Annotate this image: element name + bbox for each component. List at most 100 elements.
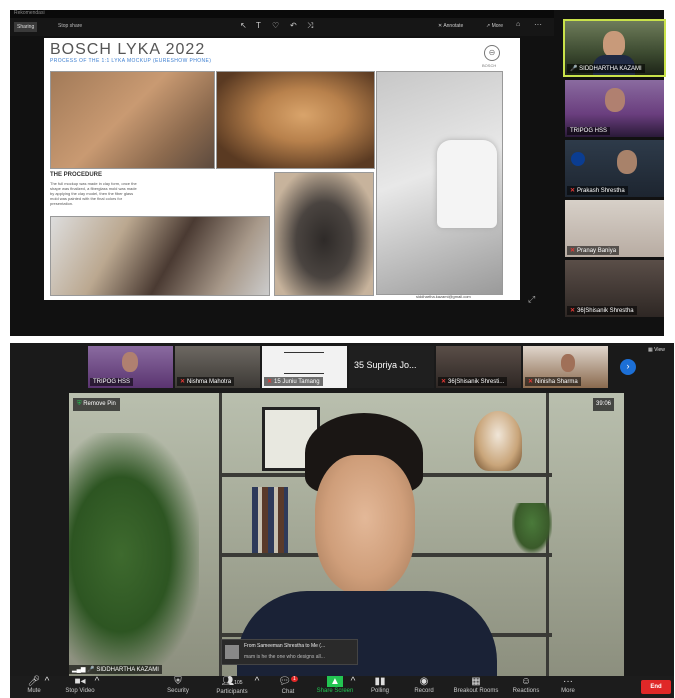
video-options-chevron[interactable]: ^ — [92, 676, 102, 698]
participant-avatar — [605, 88, 625, 112]
plant-left — [69, 433, 199, 676]
sharing-tag[interactable]: Sharing — [14, 22, 38, 32]
mic-icon: 🎤 — [570, 66, 578, 72]
shield-icon: ⛨ — [174, 676, 182, 687]
participant-avatar — [561, 354, 575, 372]
chat-notification[interactable]: From Sameeman Shrestha to Me (... mam is… — [221, 639, 358, 665]
end-meeting-button[interactable]: End — [641, 680, 671, 694]
chat-avatar — [225, 645, 239, 659]
thumbnail-tile[interactable]: TRIPOG HSS — [88, 346, 173, 388]
chat-badge: 1 — [290, 676, 298, 682]
painted-mockup-shape — [437, 140, 497, 228]
slide-title: BOSCH LYKA 2022 — [50, 41, 206, 58]
polling-icon: ▮▮ — [374, 676, 386, 687]
mic-off-icon: ✕ — [267, 379, 273, 385]
speaker-person-face — [315, 455, 415, 595]
signal-icon: ▂▄▆ — [72, 667, 86, 673]
thumbnail-tile[interactable]: ✕ 36|Shisanik Shresti... — [436, 346, 521, 388]
breakout-icon: ▦ — [471, 676, 481, 687]
view-grid-icon: ▦ — [648, 347, 653, 353]
participant-name: TRIPOG HSS — [90, 378, 134, 386]
participant-name: ✕ 15 Juniu Tamang — [264, 377, 323, 386]
buddha-statue — [474, 411, 522, 471]
remove-pin-button[interactable]: ⛨ Remove Pin — [73, 398, 120, 411]
chat-button[interactable]: 💬︎ 1 Chat — [268, 676, 308, 698]
shuffle-icon[interactable]: ⤨ — [307, 21, 313, 31]
participant-name-large: 35 Supriya Jo... — [354, 360, 417, 370]
participant-tile[interactable]: ✕ Pranay Baniya — [565, 200, 664, 257]
participants-options-chevron[interactable]: ^ — [252, 676, 262, 698]
share-options-chevron[interactable]: ^ — [348, 676, 358, 698]
participant-avatar — [603, 31, 625, 57]
slide-footer-credit: siddhartha.kazami@gmail.com — [416, 294, 471, 299]
next-page-button[interactable]: › — [620, 359, 636, 375]
share-more-button[interactable]: ↗ More — [486, 23, 503, 29]
small-plant — [512, 503, 552, 553]
clay-model-photo — [216, 71, 375, 169]
record-icon: ◉ — [419, 676, 429, 687]
thumbnail-tile[interactable]: 35 Supriya Jo... — [349, 346, 434, 388]
chat-header: From Sameeman Shrestha to Me (... — [244, 643, 326, 649]
slide-subtitle: PROCESS OF THE 1:1 LYKA MOCKUP (EURESHOW… — [50, 58, 212, 64]
annotate-button[interactable]: ✕ Annotate — [438, 23, 463, 29]
spray-painting-photo — [376, 71, 503, 295]
polling-button[interactable]: ▮▮ Polling — [360, 676, 400, 698]
participant-tile[interactable]: TRIPOG HSS — [565, 80, 664, 137]
cursor-icon[interactable]: ↖ — [240, 21, 247, 30]
chat-icon: 💬︎ 1 — [278, 676, 298, 687]
participant-avatar — [617, 150, 637, 174]
mute-options-chevron[interactable]: ^ — [42, 676, 52, 698]
chevron-up-icon: ^ — [350, 676, 356, 687]
undo-icon[interactable]: ↶ — [290, 21, 297, 30]
participant-tile[interactable]: ✕ Prakash Shrestha — [565, 140, 664, 197]
participant-tile[interactable]: ✕ 36|Shisanik Shrestha — [565, 260, 664, 317]
procedure-body: The full mockup was made in clay form, o… — [50, 181, 137, 206]
toolbar-overflow-icon[interactable]: ··· — [534, 20, 542, 29]
participants-count: 105 — [234, 680, 243, 686]
clay-sculpting-photo — [50, 71, 215, 169]
heart-icon[interactable]: ♡ — [272, 21, 279, 30]
chevron-up-icon: ^ — [44, 676, 50, 687]
speaker-video[interactable]: ⛨ Remove Pin 39:06 ▂▄▆ 🎤 SIDDHARTHA KAZA… — [69, 393, 624, 676]
mic-icon: 🎤 — [87, 667, 95, 673]
participant-name: ✕ Prakash Shrestha — [567, 186, 628, 195]
participant-tile[interactable]: 🎤 SIDDHARTHA KAZAMI — [563, 19, 666, 77]
record-button[interactable]: ◉ Record — [404, 676, 444, 698]
presentation-slide: BOSCH LYKA 2022 PROCESS OF THE 1:1 LYKA … — [44, 38, 520, 300]
shield-check-icon: ⛨ — [77, 401, 82, 407]
chevron-up-icon: ^ — [94, 676, 100, 687]
participants-icon: 👥︎105 — [221, 676, 243, 687]
view-button[interactable]: ▦ View — [648, 347, 665, 353]
meeting-timer: 39:06 — [593, 398, 615, 411]
chevron-up-icon: ^ — [254, 676, 260, 687]
thumbnail-tile[interactable]: ✕ Ninisha Sharma — [523, 346, 608, 388]
speaker-name-tag: ▂▄▆ 🎤 SIDDHARTHA KAZAMI — [69, 665, 162, 674]
chat-message: mam is he the one who designs all... — [244, 654, 325, 660]
participant-name: ✕ Nishma Mahotra — [177, 377, 235, 386]
participants-button[interactable]: 👥︎105 Participants — [212, 676, 252, 698]
more-button[interactable]: ··· More — [548, 676, 588, 698]
nasa-logo — [571, 152, 585, 166]
reactions-icon: ☺ — [520, 676, 532, 687]
participant-name: ✕ 36|Shisanik Shresti... — [438, 377, 508, 386]
mic-off-icon: ✕ — [570, 248, 576, 254]
reactions-button[interactable]: ☺ Reactions — [506, 676, 546, 698]
stop-share-link[interactable]: Stop share — [58, 23, 82, 29]
toolbar-lock-icon[interactable]: ⌂ — [516, 21, 520, 28]
thumbnail-tile[interactable]: ✕ 15 Juniu Tamang — [262, 346, 347, 388]
bosch-brand: BOSCH — [482, 63, 497, 68]
breakout-rooms-button[interactable]: ▦ Breakout Rooms — [450, 676, 502, 698]
participant-name: TRIPOG HSS — [567, 127, 611, 135]
expand-icon[interactable]: ⤢ — [528, 294, 535, 305]
thumbnail-tile[interactable]: ✕ Nishma Mahotra — [175, 346, 260, 388]
share-toolbar: Sharing Stop share ↖ T ♡ ↶ ⤨ ✕ Annotate … — [10, 18, 554, 36]
mic-off-icon: ✕ — [180, 379, 186, 385]
fiberglass-mold-photo — [50, 216, 270, 296]
text-icon[interactable]: T — [256, 21, 261, 30]
books — [252, 487, 288, 553]
participant-name: ✕ Ninisha Sharma — [525, 377, 581, 386]
more-icon: ··· — [563, 676, 573, 687]
participant-avatar — [122, 352, 138, 372]
security-button[interactable]: ⛨ Security — [158, 676, 198, 698]
bosch-logo: ⊖ — [484, 45, 500, 61]
